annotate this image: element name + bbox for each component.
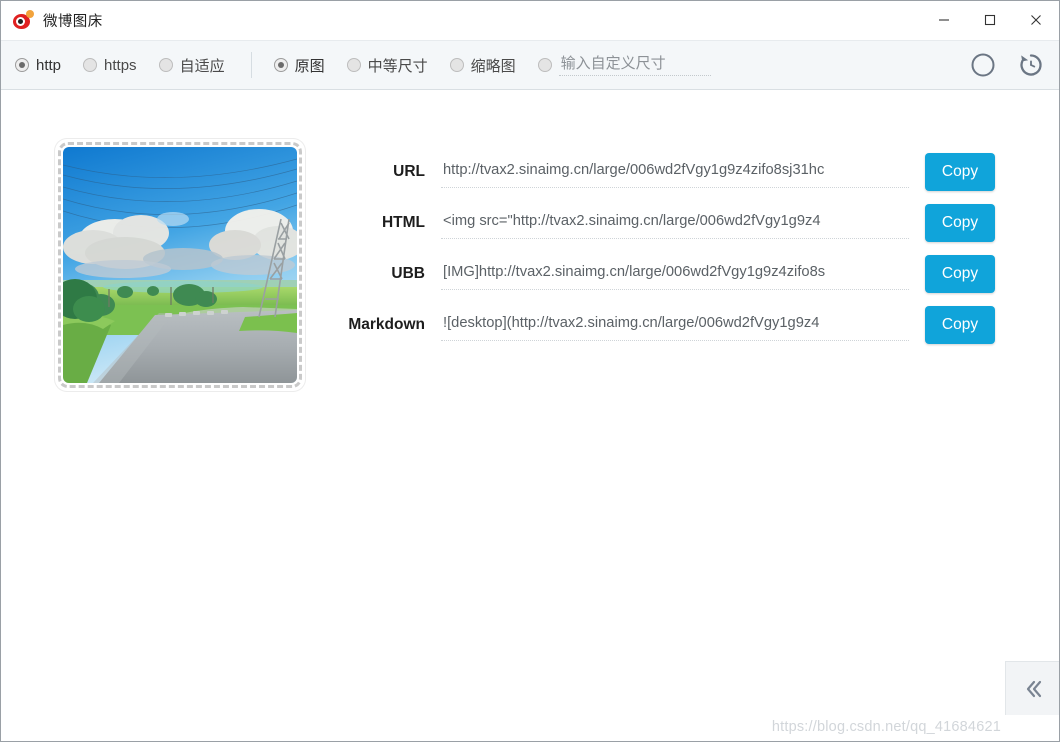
- url-input[interactable]: [441, 162, 909, 181]
- radio-label: 中等尺寸: [368, 55, 428, 76]
- size-radio-group: 原图 中等尺寸 缩略图: [274, 55, 538, 76]
- radio-size-custom[interactable]: [538, 58, 552, 72]
- radio-size-thumbnail[interactable]: 缩略图: [450, 55, 516, 76]
- copy-ubb-button[interactable]: Copy: [925, 255, 995, 293]
- radio-protocol-http[interactable]: http: [15, 57, 61, 74]
- radio-dot-icon: [347, 58, 361, 72]
- minimize-button[interactable]: [921, 1, 967, 39]
- radio-dot-icon: [15, 58, 29, 72]
- field-row-ubb: UBB Copy: [331, 248, 1021, 299]
- copy-markdown-button[interactable]: Copy: [925, 306, 995, 344]
- radio-size-medium[interactable]: 中等尺寸: [347, 55, 428, 76]
- ubb-input[interactable]: [441, 264, 909, 283]
- radio-dot-icon: [83, 58, 97, 72]
- radio-label: http: [36, 57, 61, 74]
- radio-dot-icon: [159, 58, 173, 72]
- radio-size-original[interactable]: 原图: [274, 55, 325, 76]
- field-label: UBB: [331, 265, 441, 283]
- weibo-image-host-window: 微博图床 http https: [0, 0, 1060, 742]
- radio-dot-icon: [450, 58, 464, 72]
- html-input[interactable]: [441, 213, 909, 232]
- field-label: HTML: [331, 214, 441, 232]
- app-title: 微博图床: [43, 10, 103, 31]
- link-fields: URL Copy HTML Copy UBB Copy: [331, 146, 1021, 350]
- thumbnail-image[interactable]: [63, 147, 297, 383]
- toolbar-divider: [251, 52, 252, 78]
- field-row-html: HTML Copy: [331, 197, 1021, 248]
- protocol-radio-group: http https 自适应: [15, 55, 247, 76]
- collapse-sidebar-button[interactable]: [1005, 661, 1059, 715]
- radio-protocol-https[interactable]: https: [83, 57, 137, 74]
- markdown-input[interactable]: [441, 315, 909, 334]
- copy-url-button[interactable]: Copy: [925, 153, 995, 191]
- chevron-double-left-icon: [1020, 676, 1046, 702]
- watermark-text: https://blog.csdn.net/qq_41684621: [772, 719, 1001, 735]
- field-row-markdown: Markdown Copy: [331, 299, 1021, 350]
- field-row-url: URL Copy: [331, 146, 1021, 197]
- thumbnail-frame[interactable]: [55, 139, 305, 391]
- radio-protocol-adaptive[interactable]: 自适应: [159, 55, 225, 76]
- upload-circle-icon[interactable]: [969, 51, 997, 79]
- field-input-wrap: [441, 207, 909, 239]
- custom-size-group: [538, 54, 711, 76]
- toolbar: http https 自适应 原图 中等尺寸 缩略图: [1, 40, 1059, 90]
- field-label: URL: [331, 163, 441, 181]
- field-input-wrap: [441, 309, 909, 341]
- radio-dot-icon: [274, 58, 288, 72]
- field-label: Markdown: [331, 316, 441, 334]
- toolbar-icons: [969, 51, 1045, 79]
- title-bar: 微博图床: [1, 1, 1059, 39]
- field-input-wrap: [441, 156, 909, 188]
- main-content: URL Copy HTML Copy UBB Copy: [1, 91, 1059, 741]
- close-button[interactable]: [1013, 1, 1059, 39]
- window-controls: [921, 1, 1059, 39]
- radio-label: 自适应: [180, 55, 225, 76]
- radio-label: https: [104, 57, 137, 74]
- maximize-button[interactable]: [967, 1, 1013, 39]
- copy-html-button[interactable]: Copy: [925, 204, 995, 242]
- field-input-wrap: [441, 258, 909, 290]
- weibo-logo-icon: [13, 10, 34, 30]
- title-bar-left: 微博图床: [1, 10, 103, 31]
- history-icon[interactable]: [1017, 51, 1045, 79]
- radio-label: 缩略图: [471, 55, 516, 76]
- radio-label: 原图: [295, 55, 325, 76]
- custom-size-input[interactable]: [559, 54, 711, 76]
